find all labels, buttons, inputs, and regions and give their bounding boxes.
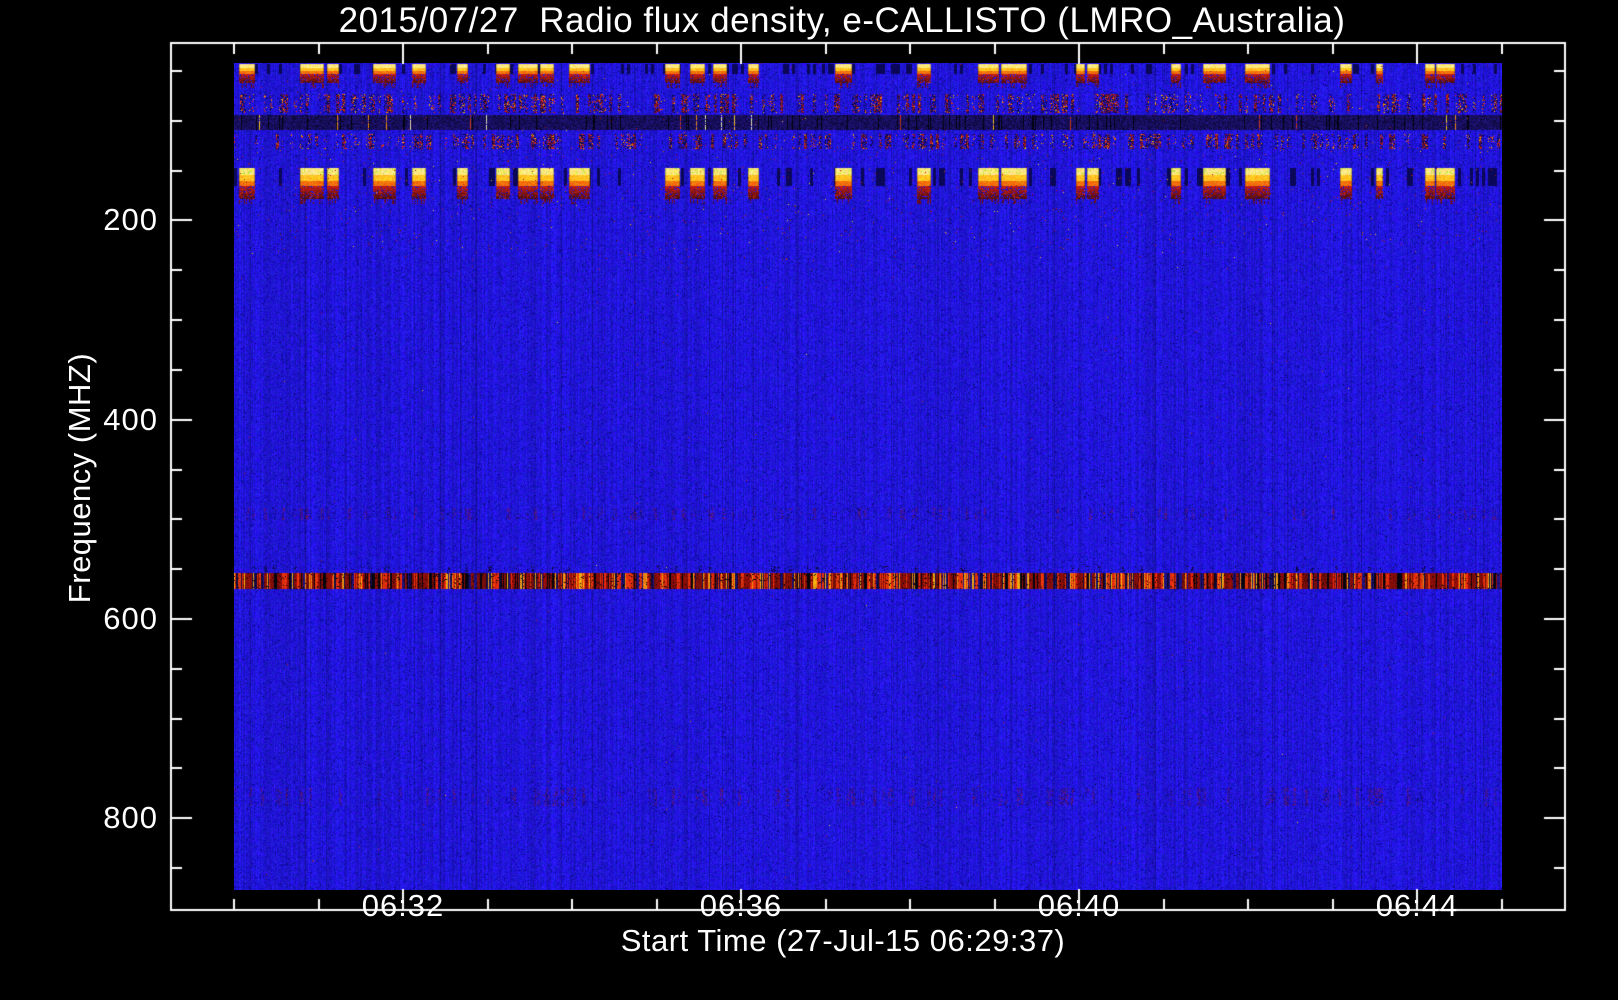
x-tick-label-0644: 06:44 [1375,888,1459,923]
x-tick-label-0640: 06:40 [1037,888,1121,923]
callisto-quicklook-page: { "figure": { "background_color": "#0000… [0,0,1618,1000]
y-axis-title: Frequency (MHZ) [62,352,97,604]
chart-title: 2015/07/27 Radio flux density, e-CALLIST… [338,1,1346,40]
y-tick-label-800: 800 [103,800,158,835]
y-tick-label-600: 600 [103,601,158,636]
x-axis-title: Start Time (27-Jul-15 06:29:37) [620,923,1066,958]
y-tick-label-400: 400 [103,402,158,437]
y-tick-label-200: 200 [103,202,158,237]
x-tick-label-0632: 06:32 [361,888,445,923]
x-tick-label-0636: 06:36 [699,888,783,923]
axes-frame [0,0,1618,1000]
